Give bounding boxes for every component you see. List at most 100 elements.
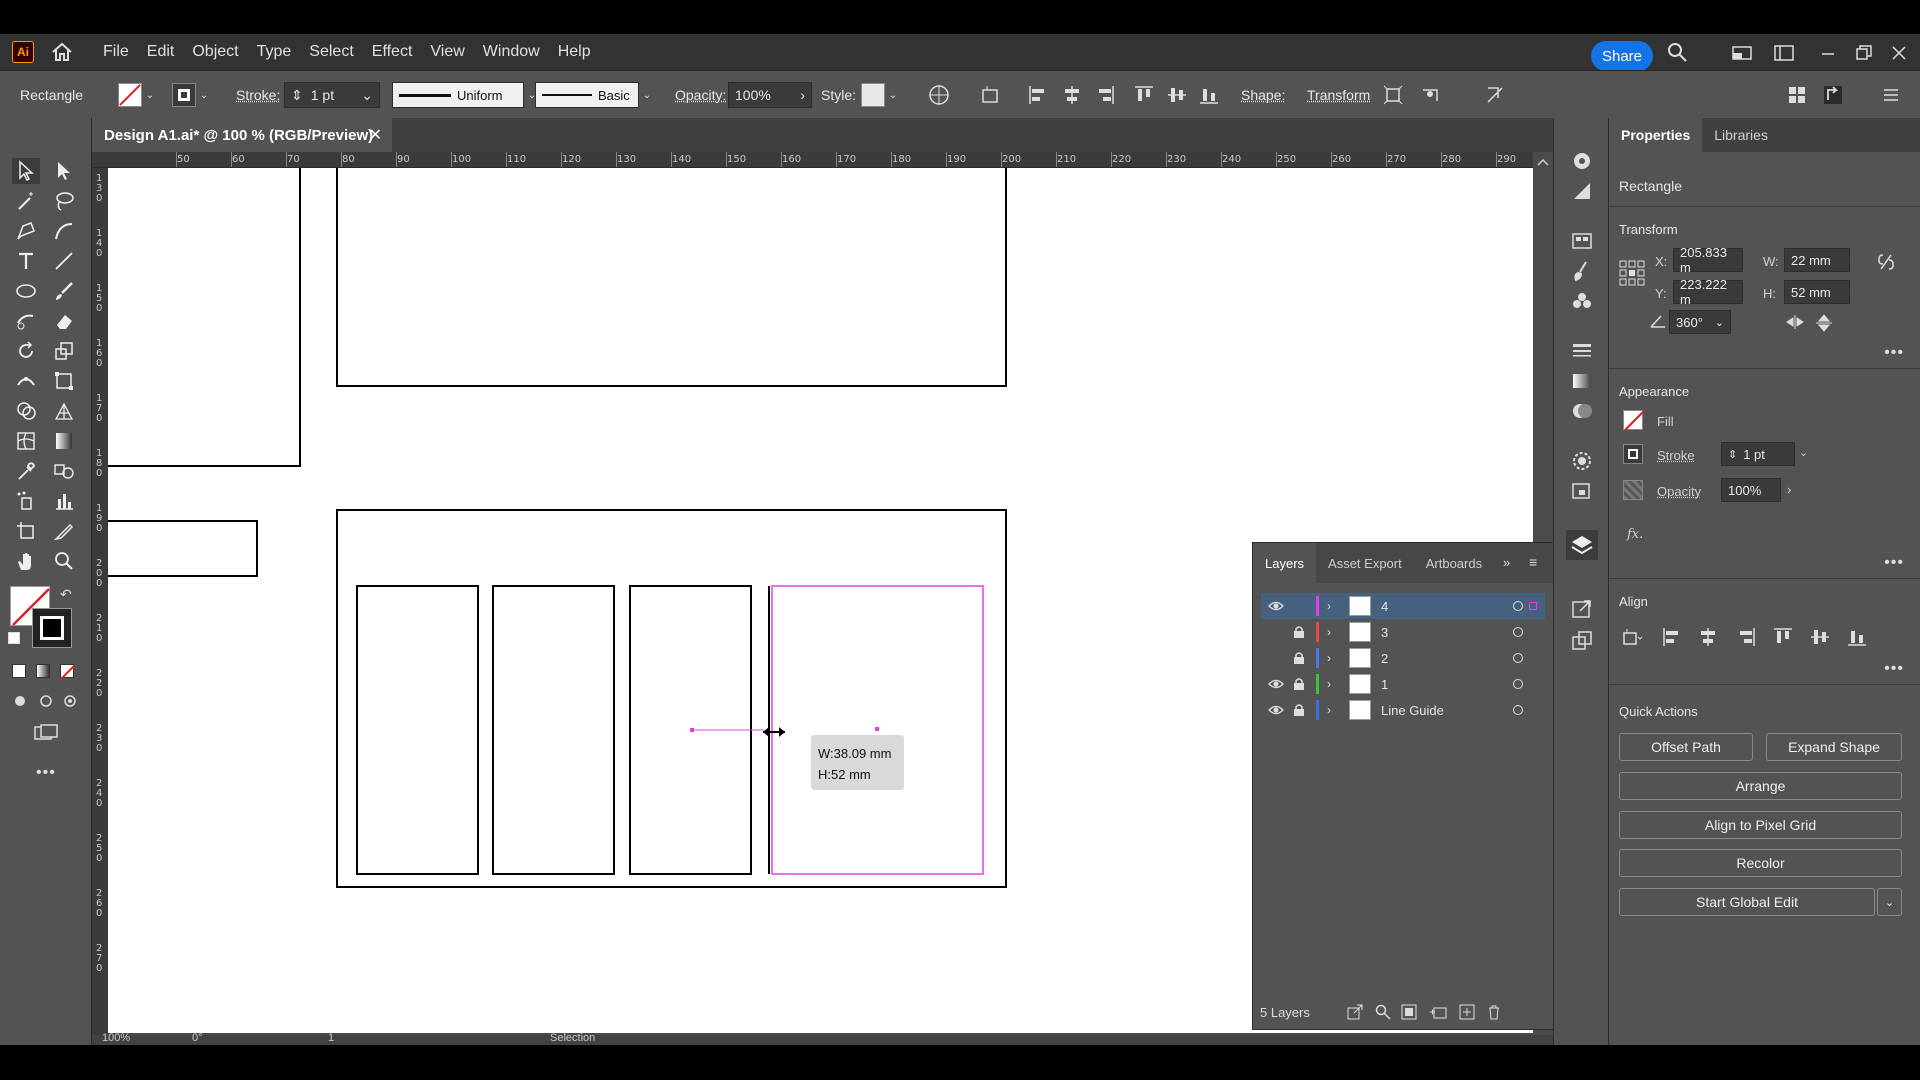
free-transform-tool-icon[interactable] <box>50 368 78 394</box>
workspace-icon[interactable] <box>1774 44 1794 62</box>
lock-icon[interactable] <box>1293 703 1305 717</box>
layer-name[interactable]: 1 <box>1381 677 1388 692</box>
line-tool-icon[interactable] <box>50 248 78 274</box>
align-to-icon[interactable] <box>980 84 1002 106</box>
paintbrush-tool-icon[interactable] <box>50 278 78 304</box>
home-icon[interactable] <box>50 40 74 64</box>
shape-builder-tool-icon[interactable] <box>12 398 40 424</box>
menu-type[interactable]: Type <box>248 43 301 61</box>
align-to-pixel-grid-button[interactable]: Align to Pixel Grid <box>1619 811 1902 839</box>
rotate-tool-icon[interactable] <box>12 338 40 364</box>
recolor-icon[interactable] <box>928 84 950 106</box>
layer-row[interactable]: › 3 <box>1261 619 1545 645</box>
shaper-tool-icon[interactable] <box>12 308 40 334</box>
layer-name[interactable]: 2 <box>1381 651 1388 666</box>
minimize-icon[interactable] <box>1818 44 1838 62</box>
graphic-styles-icon[interactable] <box>1570 450 1594 472</box>
align-top-icon[interactable] <box>1133 84 1155 106</box>
target-circle-icon[interactable] <box>1513 705 1523 715</box>
opacity-field[interactable]: 100% › <box>728 82 812 108</box>
clipping-mask-icon[interactable] <box>1401 1004 1417 1020</box>
direct-selection-tool-icon[interactable] <box>50 158 78 184</box>
stroke-color-icon[interactable] <box>32 608 72 648</box>
appearance-panel-icon[interactable] <box>1570 180 1594 202</box>
menu-object[interactable]: Object <box>183 43 247 61</box>
opacity-label[interactable]: Opacity: <box>675 71 726 119</box>
opacity-field-props[interactable]: 100% <box>1721 478 1781 502</box>
brushes-icon[interactable] <box>1570 260 1594 282</box>
locate-object-icon[interactable] <box>1375 1004 1391 1020</box>
tab-artboards[interactable]: Artboards <box>1414 543 1494 583</box>
layers-menu-icon[interactable]: ≡ <box>1529 554 1537 570</box>
menu-edit[interactable]: Edit <box>138 43 184 61</box>
stroke-weight-dropdown-icon[interactable]: ⌄ <box>1799 446 1808 459</box>
align-vcenter-icon[interactable] <box>1166 84 1188 106</box>
flip-vertical-icon[interactable] <box>1815 314 1833 332</box>
symbols-icon[interactable] <box>1570 290 1594 312</box>
layers-panel-icon[interactable] <box>1566 530 1598 560</box>
hand-tool-icon[interactable] <box>12 548 40 574</box>
width-field[interactable]: 22 mm <box>1784 248 1850 272</box>
props-align-left-icon[interactable] <box>1661 626 1683 648</box>
collect-export-icon[interactable] <box>1347 1004 1363 1020</box>
transform-label[interactable]: Transform <box>1307 71 1370 119</box>
artboard-tool-icon[interactable] <box>12 518 40 544</box>
layer-row[interactable]: › Line Guide <box>1261 697 1545 723</box>
x-position-field[interactable]: 205.833 m <box>1673 245 1743 275</box>
default-fill-stroke-icon[interactable] <box>8 632 20 644</box>
appearance-stroke-swatch[interactable] <box>1623 444 1643 464</box>
collapse-panel-icon[interactable]: » <box>1503 555 1510 570</box>
stroke-weight-field[interactable]: ⇕ 1 pt ⌄ <box>284 82 380 108</box>
asset-export-icon[interactable] <box>1570 480 1594 502</box>
offset-path-button[interactable]: Offset Path <box>1619 733 1753 761</box>
puppet-warp-icon[interactable] <box>1420 84 1442 106</box>
transparency-icon[interactable] <box>1570 400 1594 422</box>
lock-icon[interactable] <box>1293 677 1305 691</box>
menu-view[interactable]: View <box>421 43 473 61</box>
draw-behind-icon[interactable] <box>38 694 54 708</box>
draw-normal-icon[interactable] <box>12 694 28 708</box>
opacity-expand-icon[interactable]: › <box>1787 482 1791 497</box>
layer-row[interactable]: › 2 <box>1261 645 1545 671</box>
stroke-label-props[interactable]: Stroke <box>1657 448 1695 463</box>
panel-layout-icon[interactable] <box>1786 84 1808 106</box>
clipping-icon[interactable] <box>1484 84 1506 106</box>
column-graph-tool-icon[interactable] <box>50 488 78 514</box>
brush-definition[interactable]: Basic <box>535 82 639 108</box>
recolor-button[interactable]: Recolor <box>1619 849 1902 877</box>
expand-layer-icon[interactable]: › <box>1327 599 1331 613</box>
expand-layer-icon[interactable]: › <box>1327 625 1331 639</box>
stroke-label[interactable]: Stroke: <box>236 71 280 119</box>
color-mode-icon[interactable] <box>12 664 26 678</box>
props-align-hcenter-icon[interactable] <box>1697 626 1719 648</box>
lock-icon[interactable] <box>1293 625 1305 639</box>
artboards-panel-icon[interactable] <box>1570 630 1594 652</box>
eraser-tool-icon[interactable] <box>50 308 78 334</box>
menu-file[interactable]: File <box>94 43 138 61</box>
rotation-value[interactable]: 0° <box>192 1032 203 1044</box>
layer-row[interactable]: › 1 <box>1261 671 1545 697</box>
share-button[interactable]: Share <box>1591 41 1653 71</box>
lock-toggle[interactable] <box>1293 599 1305 613</box>
expand-layer-icon[interactable]: › <box>1327 651 1331 665</box>
perspective-grid-tool-icon[interactable] <box>50 398 78 424</box>
search-icon[interactable] <box>1666 41 1688 63</box>
transform-more-icon[interactable]: ••• <box>1884 344 1904 362</box>
arrange-documents-icon[interactable] <box>1732 44 1752 62</box>
align-right-icon[interactable] <box>1094 84 1116 106</box>
stroke-weight-props[interactable]: ⇕ 1 pt <box>1721 442 1795 466</box>
visibility-eye-icon[interactable] <box>1268 599 1284 613</box>
lock-icon[interactable] <box>1293 651 1305 665</box>
target-circle-icon[interactable] <box>1513 679 1523 689</box>
horizontal-ruler[interactable]: 50 60 70 80 90 100 110 120 130 140 150 160 170 180 190… <box>92 152 1533 168</box>
scale-tool-icon[interactable] <box>50 338 78 364</box>
fill-swatch[interactable]: ⌄ <box>118 71 158 119</box>
none-mode-icon[interactable] <box>60 664 76 680</box>
zoom-tool-icon[interactable] <box>50 548 78 574</box>
layer-name[interactable]: 3 <box>1381 625 1388 640</box>
target-circle-icon[interactable] <box>1513 653 1523 663</box>
selection-tool-icon[interactable] <box>12 158 40 184</box>
scroll-up-icon[interactable] <box>1533 152 1553 172</box>
y-position-field[interactable]: 223.222 m <box>1673 277 1743 307</box>
isolate-icon[interactable] <box>1382 84 1404 106</box>
